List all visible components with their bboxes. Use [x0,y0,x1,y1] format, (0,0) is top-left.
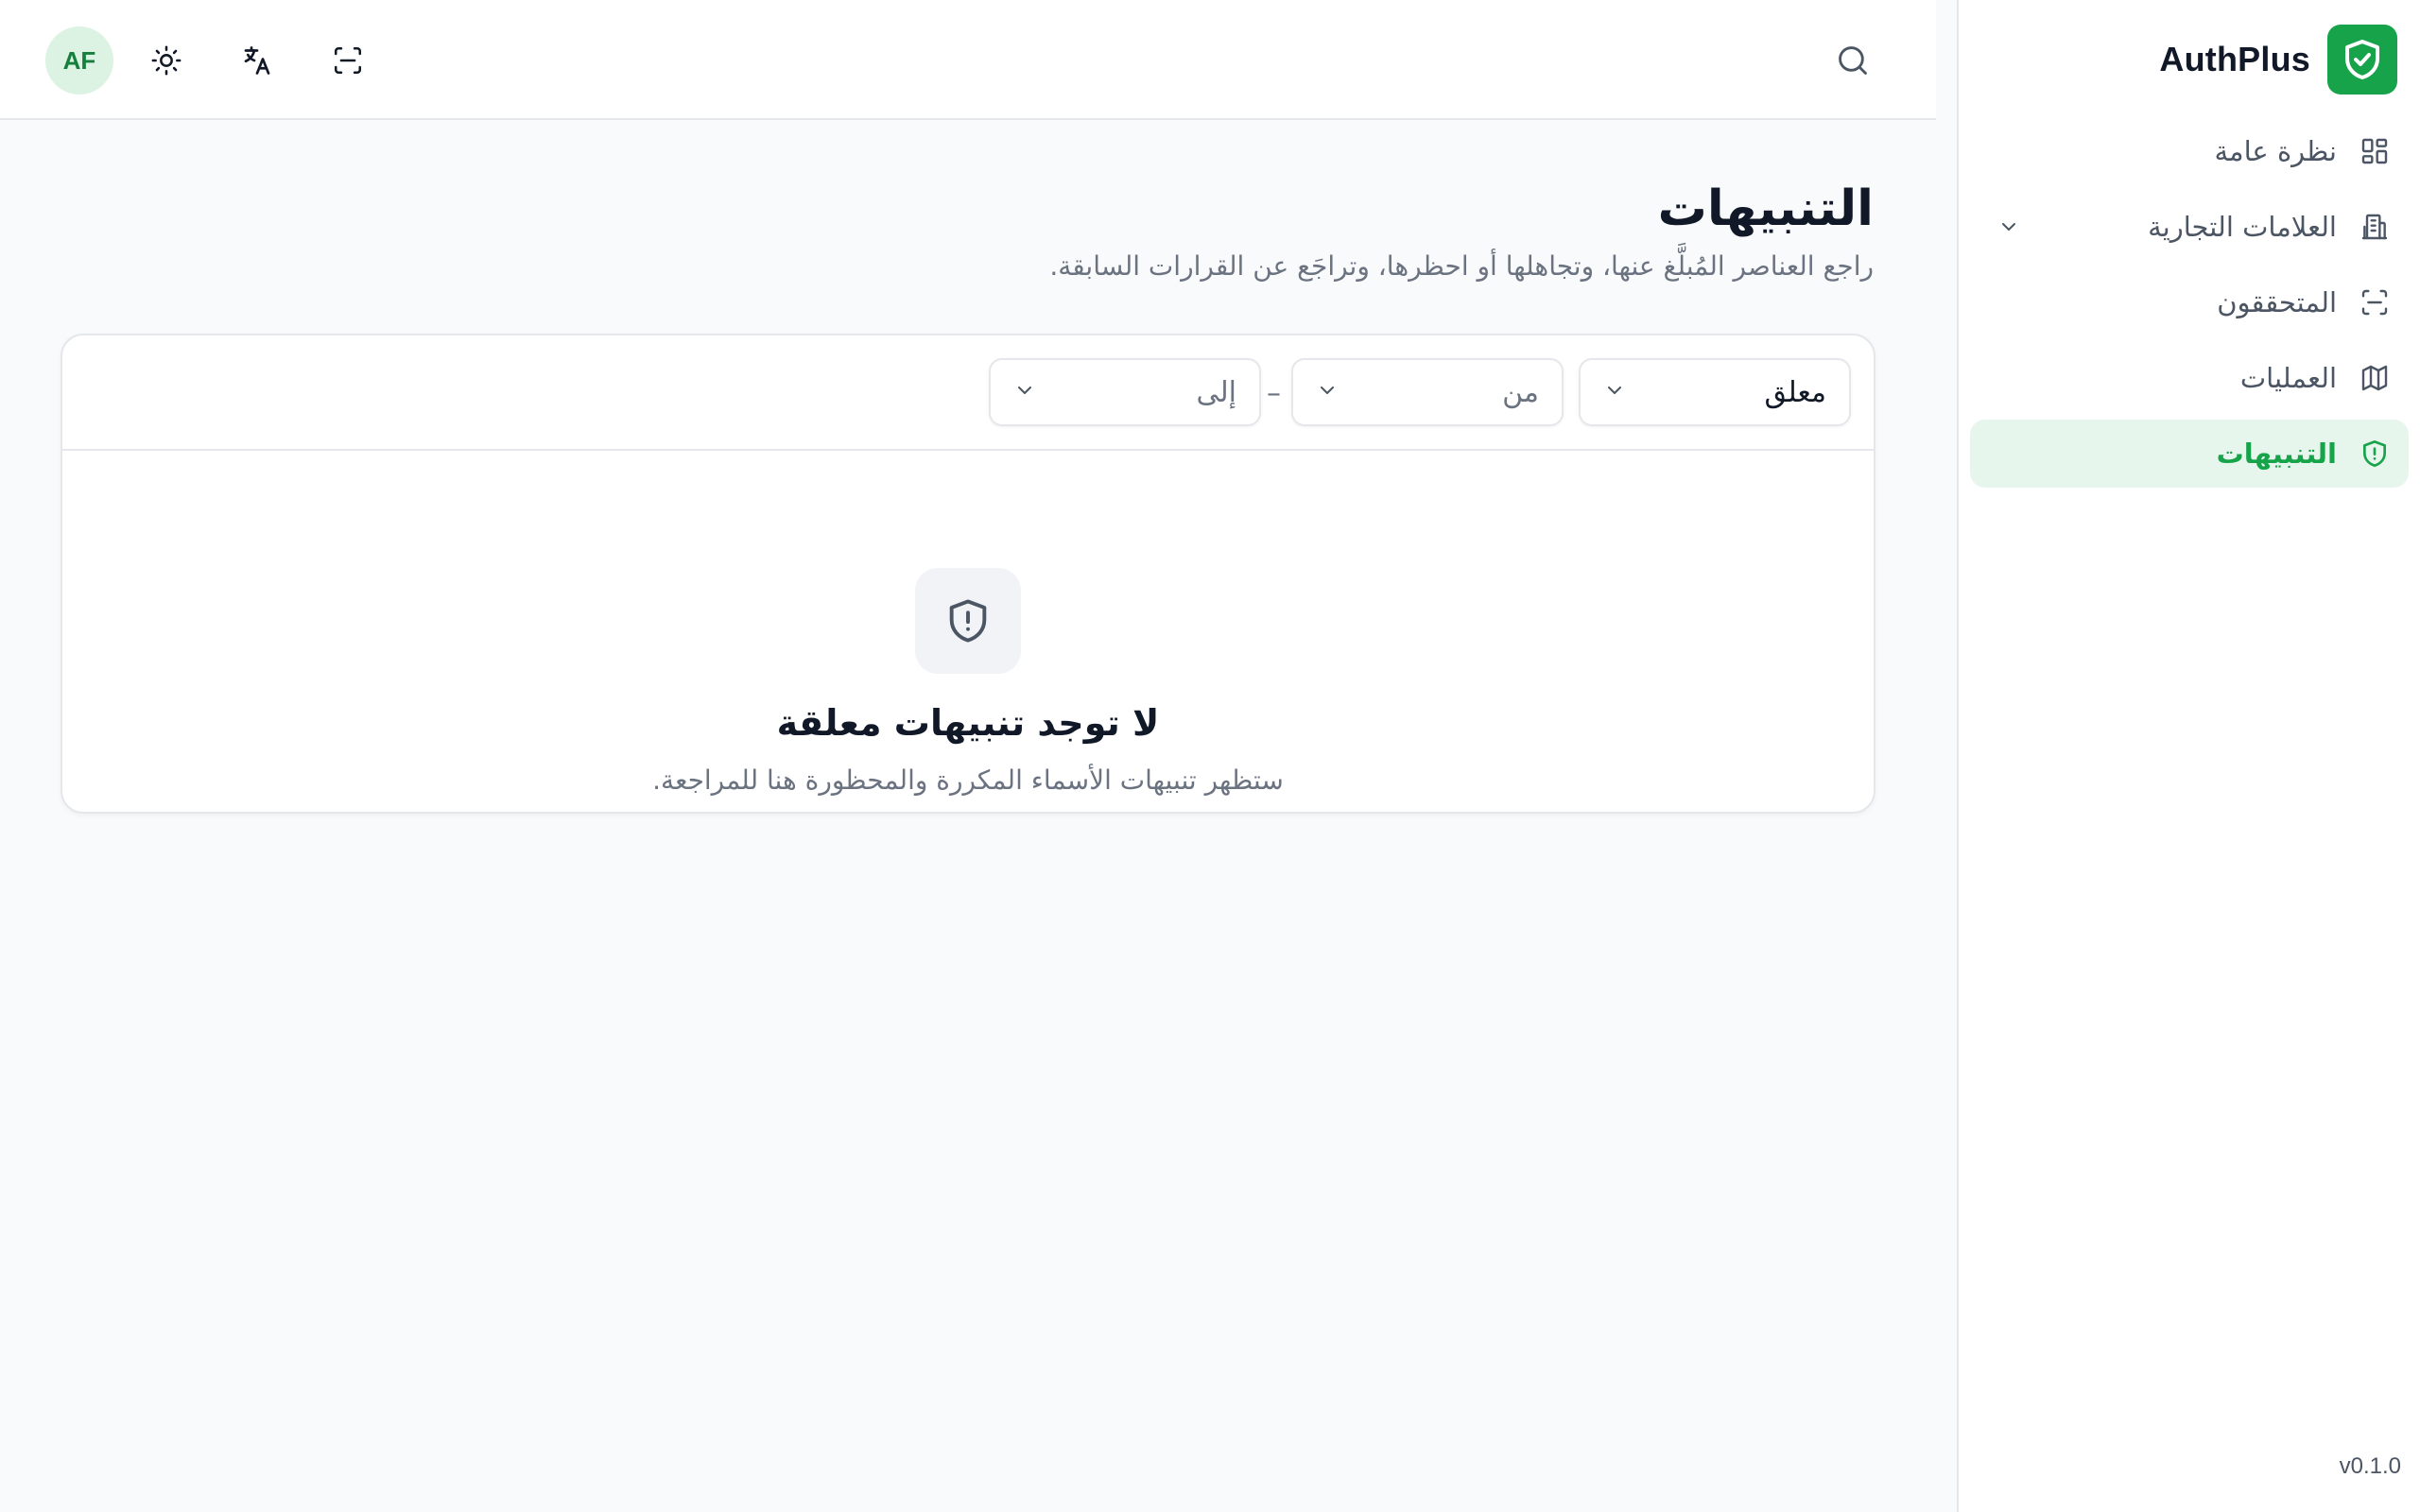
language-icon[interactable] [233,36,282,85]
date-range-separator: – [1267,377,1281,410]
sidebar-nav: نظرة عامة العلامات التجارية المتحققون ال… [1970,117,2409,495]
filter-bar: معلق من – إلى [62,335,1874,451]
dashboard-grid-icon [2358,134,2392,168]
chevron-down-icon [1013,379,1036,405]
date-from-select[interactable]: من [1291,358,1564,426]
empty-state-description: ستظهر تنبيهات الأسماء المكررة والمحظورة … [652,765,1284,796]
alerts-card: معلق من – إلى لا توجد تنبيهات معلقة ستظه… [60,334,1876,814]
sidebar-item-label: نظرة عامة [2214,135,2338,167]
building-icon [2358,210,2392,244]
brand-name: AuthPlus [2159,40,2310,78]
map-icon [2358,361,2392,395]
sun-icon[interactable] [142,36,191,85]
date-to-placeholder: إلى [1196,375,1236,409]
sidebar-item-label: العمليات [2239,362,2337,394]
scan-icon [2358,285,2392,319]
scan-icon[interactable] [323,36,372,85]
shield-alert-icon [915,568,1021,674]
sidebar-item-label: العلامات التجارية [2148,211,2337,243]
empty-state-title: لا توجد تنبيهات معلقة [776,702,1160,744]
shield-alert-icon [2358,437,2392,471]
avatar[interactable]: AF [45,26,113,94]
sidebar-item-label: التنبيهات [2216,438,2337,470]
chevron-down-icon [1603,379,1626,405]
chevron-down-icon[interactable] [1995,213,2023,241]
main-content: التنبيهات راجع العناصر المُبلَّغ عنها، و… [0,122,1936,1512]
sidebar-item-label: المتحققون [2217,286,2337,318]
chevron-down-icon [1316,379,1339,405]
sidebar-item-verifiers[interactable]: المتحققون [1970,268,2409,336]
date-from-placeholder: من [1502,375,1539,409]
brand[interactable]: AuthPlus [2159,25,2397,94]
sidebar-item-alerts[interactable]: التنبيهات [1970,420,2409,488]
sidebar-item-brands[interactable]: العلامات التجارية [1970,193,2409,261]
status-select-value: معلق [1764,375,1827,409]
page-subtitle: راجع العناصر المُبلَّغ عنها، وتجاهلها أو… [1049,250,1874,282]
search-icon[interactable] [1828,36,1877,85]
date-to-select[interactable]: إلى [989,358,1261,426]
app-version: v0.1.0 [2339,1453,2401,1479]
page-title: التنبيهات [1657,180,1874,237]
topbar: AF [0,0,1936,120]
sidebar: AuthPlus نظرة عامة العلامات التجارية الم… [1957,0,2420,1512]
empty-state: لا توجد تنبيهات معلقة ستظهر تنبيهات الأس… [62,451,1874,812]
sidebar-item-operations[interactable]: العمليات [1970,344,2409,412]
shield-check-icon [2327,25,2397,94]
status-select[interactable]: معلق [1579,358,1851,426]
sidebar-item-overview[interactable]: نظرة عامة [1970,117,2409,185]
